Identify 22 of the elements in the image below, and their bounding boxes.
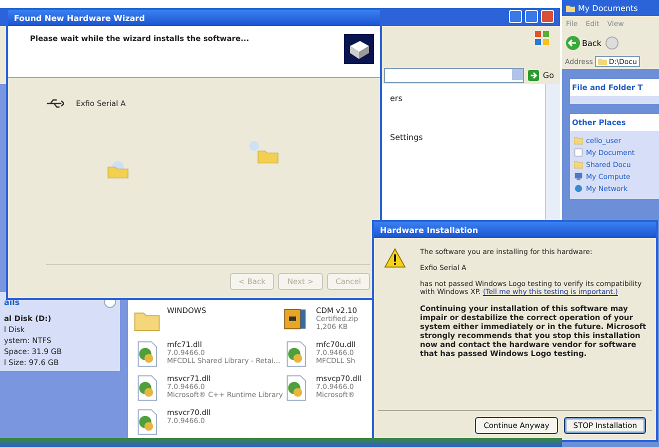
folder-icon (106, 159, 130, 179)
maximize-button[interactable] (525, 10, 538, 23)
go-label[interactable]: Go (542, 70, 554, 80)
warning-icon (384, 248, 406, 268)
window-title: Found New Hardware Wizard (14, 14, 145, 22)
back-arrow-icon (566, 36, 580, 50)
computer-icon (574, 172, 583, 181)
go-arrow-icon[interactable] (528, 70, 539, 80)
minimize-button[interactable] (509, 10, 522, 23)
usb-icon (46, 98, 64, 109)
windows-logo-icon (534, 30, 550, 46)
folder-icon (574, 136, 583, 145)
window-title: Hardware Installation (380, 226, 478, 234)
close-button[interactable] (541, 10, 554, 23)
address-field[interactable] (384, 68, 524, 82)
hardware-icon (344, 34, 374, 64)
window-title: My Documents (578, 4, 638, 12)
list-item-text: ers (390, 94, 404, 103)
folder-icon (566, 4, 575, 12)
folder-icon (598, 57, 607, 66)
folder-icon (574, 160, 583, 169)
list-item-text: Settings (390, 133, 423, 142)
